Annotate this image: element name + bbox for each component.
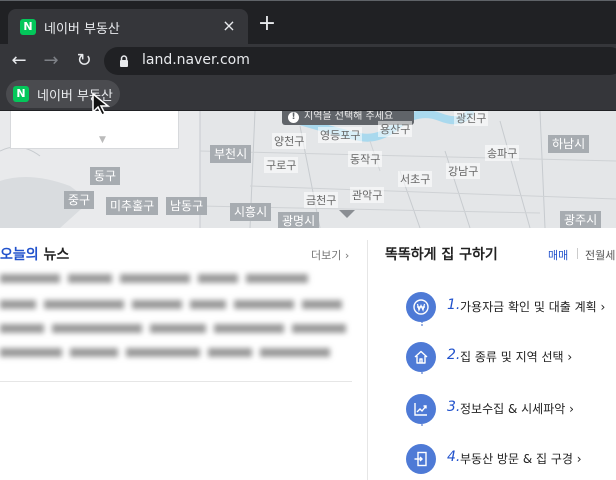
step-label: 집 종류 및 지역 선택 ›	[460, 350, 573, 364]
news-title-highlight: 오늘의	[0, 247, 39, 263]
back-arrow-icon[interactable]: ←	[7, 49, 31, 73]
step-item-house-type[interactable]: 2. 집 종류 및 지역 선택 ›	[403, 336, 616, 376]
map-label-seocho[interactable]: 서초구	[398, 171, 433, 187]
step-label: 가용자금 확인 및 대출 계획 ›	[460, 300, 606, 314]
tab-sale[interactable]: 매매	[548, 247, 568, 263]
map-label-hanam[interactable]: 하남시	[548, 135, 590, 153]
step-item-price-info[interactable]: 3. 정보수집 & 시세파악 ›	[403, 388, 616, 428]
step-number: 3.	[447, 399, 461, 415]
map-label-guro[interactable]: 구로구	[264, 157, 299, 173]
url-text: land.naver.com	[142, 52, 250, 68]
mouse-cursor-icon	[92, 92, 111, 117]
browser-tab-strip: N 네이버 부동산 × +	[0, 0, 616, 45]
main-content: 오늘의 뉴스 더보기 › 똑똑하게 집 구하기 매매 전월세 1. 가용자금 확…	[0, 228, 616, 480]
house-icon	[414, 350, 428, 364]
map-label-yangcheon[interactable]: 양천구	[272, 133, 307, 149]
close-tab-icon[interactable]: ×	[220, 17, 238, 35]
won-icon	[413, 299, 429, 315]
browser-toolbar: ← → ↻ land.naver.com	[0, 44, 616, 78]
forward-arrow-icon[interactable]: →	[39, 49, 63, 73]
map-label-namdong[interactable]: 남동구	[166, 197, 208, 215]
news-section-title: 오늘의 뉴스	[0, 244, 69, 264]
map-label-songpa[interactable]: 송파구	[485, 145, 520, 161]
map-label-gwangju[interactable]: 광주시	[560, 211, 602, 228]
step-number: 2.	[447, 347, 461, 363]
new-tab-icon[interactable]: +	[257, 13, 277, 35]
chevron-down-icon[interactable]: ▼	[99, 135, 106, 145]
address-bar[interactable]: land.naver.com	[104, 47, 616, 75]
map-label-bucheon[interactable]: 부천시	[210, 145, 252, 163]
map-label-michuhol[interactable]: 미추홀구	[106, 197, 159, 215]
step-item-funds[interactable]: 1. 가용자금 확인 및 대출 계획 ›	[403, 286, 616, 326]
news-divider	[0, 381, 352, 382]
map-label-junggu[interactable]: 중구	[64, 191, 95, 209]
region-map[interactable]: ▼ ! 지역을 선택해 주세요 부천시 동구 중구 미추홀구 남동구 시흥시 광…	[0, 111, 616, 228]
news-title-rest: 뉴스	[38, 247, 70, 263]
door-enter-icon	[414, 451, 427, 467]
blurred-news-list[interactable]	[0, 268, 352, 376]
news-more-link[interactable]: 더보기 ›	[311, 247, 349, 263]
map-label-donggu[interactable]: 동구	[90, 167, 121, 185]
naver-favicon-icon: N	[13, 86, 29, 102]
house-guide-title: 똑똑하게 집 구하기	[385, 247, 498, 263]
tab-rent[interactable]: 전월세	[585, 247, 615, 263]
info-icon: !	[288, 112, 299, 123]
map-label-gwangjin[interactable]: 광진구	[454, 111, 489, 126]
step-number: 4.	[447, 449, 461, 465]
column-divider	[367, 240, 368, 480]
step-item-visit[interactable]: 4. 부동산 방문 & 집 구경 ›	[403, 438, 616, 478]
map-label-geumcheon[interactable]: 금천구	[304, 192, 339, 208]
map-label-gwanak[interactable]: 관악구	[350, 187, 385, 203]
tab-separator	[577, 248, 578, 259]
step-icon-circle	[406, 342, 436, 372]
step-number: 1.	[447, 297, 461, 313]
map-label-dongjak[interactable]: 동작구	[348, 151, 383, 167]
map-collapse-caret-icon[interactable]	[339, 210, 355, 218]
map-label-gwangmyeong[interactable]: 광명시	[278, 212, 320, 228]
trend-chart-icon	[414, 403, 427, 416]
browser-tab-naver-land[interactable]: N 네이버 부동산 ×	[8, 9, 248, 45]
tab-title: 네이버 부동산	[44, 22, 120, 37]
step-label: 부동산 방문 & 집 구경 ›	[460, 452, 582, 466]
naver-favicon-icon: N	[20, 19, 36, 35]
step-label: 정보수집 & 시세파악 ›	[460, 402, 574, 416]
step-icon-circle	[406, 444, 436, 474]
step-icon-circle	[406, 292, 436, 322]
map-label-siheung[interactable]: 시흥시	[230, 203, 272, 221]
step-icon-circle	[406, 394, 436, 424]
map-label-yongsan[interactable]: 용산구	[378, 121, 413, 137]
map-label-yeongdeungpo[interactable]: 영등포구	[318, 127, 363, 143]
lock-icon	[120, 55, 128, 67]
map-label-gangnam[interactable]: 강남구	[446, 163, 481, 179]
reload-icon[interactable]: ↻	[72, 49, 96, 73]
